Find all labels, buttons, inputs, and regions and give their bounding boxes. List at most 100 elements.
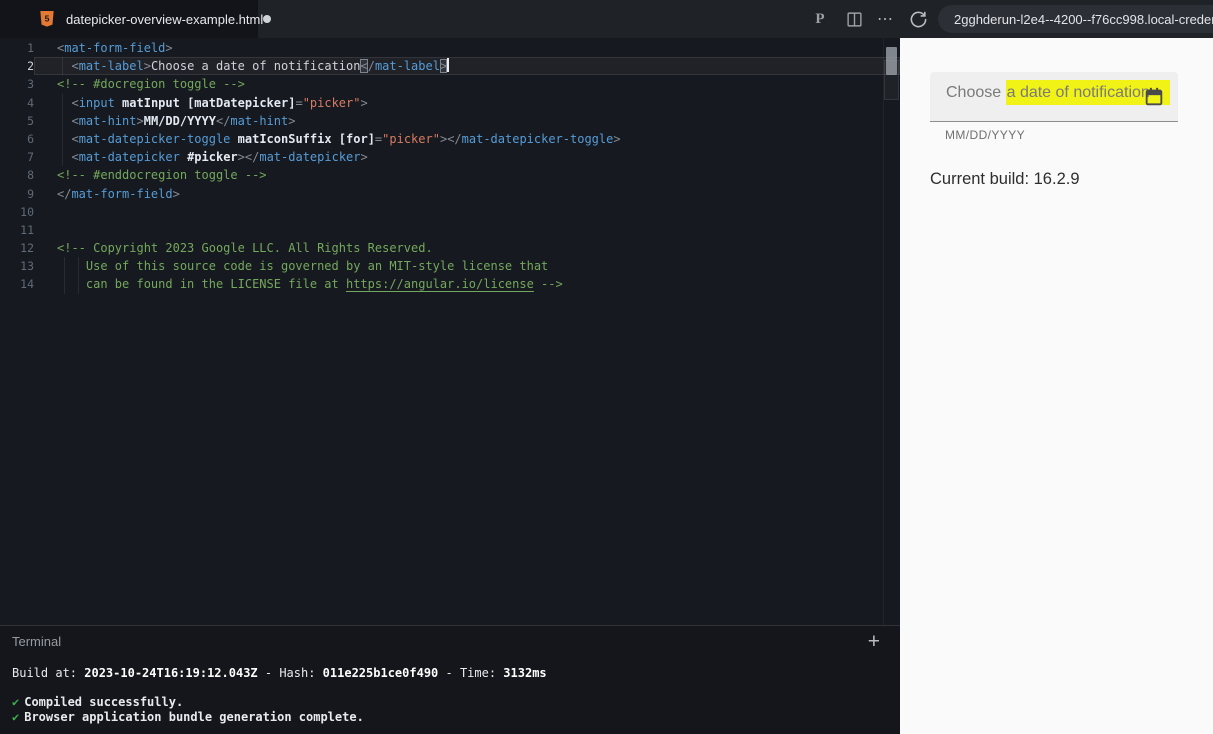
line-number: 13	[20, 259, 34, 274]
code-token: >	[360, 95, 368, 110]
code-token: /	[367, 59, 375, 74]
code-line[interactable]: 13 Use of this source code is governed b…	[0, 257, 900, 276]
code-token: <!-- #enddocregion toggle -->	[57, 168, 267, 183]
line-content: <!-- #enddocregion toggle -->	[34, 166, 900, 184]
code-token: mat-form-field	[64, 41, 166, 55]
ide-window: 5 datepicker-overview-example.html P ⋯ 2…	[0, 0, 1213, 734]
code-token: >	[143, 59, 151, 74]
code-line[interactable]: 5 <mat-hint>MM/DD/YYYY</mat-hint>	[0, 111, 900, 131]
terminal-line: ✔ Compiled successfully.	[12, 695, 184, 709]
current-build-text: Current build: 16.2.9	[930, 170, 1080, 188]
code-token: [for]	[338, 131, 375, 146]
code-token: Choose a date of notification	[150, 59, 361, 74]
code-token: >	[439, 59, 448, 74]
line-number: 12	[20, 241, 34, 256]
code-token: </	[57, 186, 72, 201]
line-content: Use of this source code is governed by a…	[34, 257, 900, 276]
line-content: <mat-hint>MM/DD/YYYY</mat-hint>	[34, 111, 900, 131]
line-number: 8	[27, 168, 34, 183]
code-token: mat-label	[78, 59, 144, 74]
calendar-icon	[1145, 87, 1163, 106]
terminal-title: Terminal	[12, 633, 62, 649]
line-content: <!-- Copyright 2023 Google LLC. All Righ…	[34, 239, 900, 257]
line-number: 11	[20, 222, 34, 237]
field-label: Choose a date of notification	[946, 80, 1170, 105]
datepicker-toggle-button[interactable]	[1141, 84, 1167, 110]
check-icon: ✔	[12, 695, 20, 709]
line-content: <mat-label>Choose a date of notification…	[34, 57, 900, 76]
date-format-hint: MM/DD/YYYY	[945, 128, 1026, 142]
line-content: </mat-form-field>	[34, 185, 900, 203]
code-token: mat-hint	[230, 113, 289, 128]
date-input-field[interactable]: Choose a date of notification	[930, 72, 1178, 122]
terminal-output[interactable]: Build at: 2023-10-24T16:19:12.043Z - Has…	[0, 656, 900, 724]
code-token: <	[71, 131, 79, 146]
code-line[interactable]: 3 <!-- #docregion toggle -->	[0, 75, 900, 93]
line-content: <mat-datepicker #picker></mat-datepicker…	[34, 148, 900, 167]
text-cursor	[447, 58, 450, 73]
code-line[interactable]: 11	[0, 221, 900, 239]
code-token: >	[613, 131, 621, 146]
code-editor[interactable]: 1 <mat-form-field> 2 <mat-label>Choose a d…	[0, 38, 900, 625]
code-token: >	[165, 41, 173, 55]
preview-url: 2gghderun-l2e4--4200--f76cc998.local-cre…	[954, 11, 1213, 27]
line-number: 3	[27, 77, 34, 92]
line-number: 14	[20, 277, 34, 292]
split-view-icon[interactable]	[840, 0, 868, 38]
build-segment: 3132ms	[503, 666, 547, 680]
build-segment: Build at:	[12, 666, 85, 680]
line-number: 6	[27, 131, 34, 146]
line-content: <mat-datepicker-toggle matIconSuffix [fo…	[34, 129, 900, 149]
code-token: >	[288, 113, 296, 128]
new-terminal-button[interactable]: +	[868, 631, 880, 652]
code-line[interactable]: 8 <!-- #enddocregion toggle -->	[0, 166, 900, 184]
tab-title: datepicker-overview-example.html	[66, 11, 264, 27]
code-line[interactable]: 10	[0, 203, 900, 221]
code-line[interactable]: 7 <mat-datepicker #picker></mat-datepick…	[0, 148, 900, 167]
build-segment: 2023-10-24T16:19:12.043Z	[84, 666, 258, 680]
editor-tab[interactable]: 5 datepicker-overview-example.html	[0, 0, 272, 38]
code-line[interactable]: 1 <mat-form-field>	[0, 39, 900, 57]
code-token: "picker"	[382, 131, 440, 146]
build-segment: 011e225b1ce0f490	[322, 666, 439, 680]
build-segment: - Time:	[438, 666, 504, 680]
preview-url-bar[interactable]: 2gghderun-l2e4--4200--f76cc998.local-cre…	[938, 5, 1213, 33]
prettier-icon[interactable]: P	[806, 0, 834, 38]
code-line[interactable]: 4 <input matInput [matDatepicker]="picke…	[0, 93, 900, 112]
code-line[interactable]: 6 <mat-datepicker-toggle matIconSuffix […	[0, 129, 900, 149]
code-token: mat-datepicker	[78, 150, 180, 165]
line-number: 10	[20, 204, 34, 219]
code-token: mat-hint	[78, 113, 137, 128]
minimap[interactable]	[883, 38, 900, 625]
code-token: can be found in the LICENSE file at	[57, 277, 346, 292]
code-token: =	[295, 95, 303, 110]
code-token: <!-- Copyright 2023 Google LLC. All Righ…	[57, 241, 433, 256]
refresh-icon[interactable]	[904, 0, 932, 38]
terminal-panel: Terminal + Build at: 2023-10-24T16:19:12…	[0, 625, 900, 734]
line-number: 1	[27, 41, 34, 55]
content-row: 1 <mat-form-field> 2 <mat-label>Choose a d…	[0, 38, 1213, 734]
code-line[interactable]: 9 </mat-form-field>	[0, 185, 900, 203]
code-token: -->	[533, 277, 563, 292]
code-token: >	[360, 150, 368, 165]
code-token: </	[215, 113, 231, 128]
code-token: <	[71, 150, 79, 165]
code-line[interactable]: 2 <mat-label>Choose a date of notificati…	[0, 57, 900, 76]
line-number: 7	[27, 150, 34, 165]
code-token: >	[237, 150, 245, 165]
code-lines: 1 <mat-form-field> 2 <mat-label>Choose a d…	[0, 39, 900, 294]
code-token: >	[172, 186, 180, 201]
code-token: [matDatepicker]	[187, 95, 296, 110]
code-line[interactable]: 14 can be found in the LICENSE file at h…	[0, 275, 900, 294]
line-content: <!-- #docregion toggle -->	[34, 75, 900, 93]
code-line[interactable]: 12 <!-- Copyright 2023 Google LLC. All Ri…	[0, 239, 900, 257]
code-token: mat-datepicker	[259, 150, 361, 165]
code-token: mat-label	[374, 59, 440, 74]
code-token: <	[71, 113, 79, 128]
line-number: 2	[27, 59, 34, 74]
more-options-icon[interactable]: ⋯	[872, 0, 900, 38]
